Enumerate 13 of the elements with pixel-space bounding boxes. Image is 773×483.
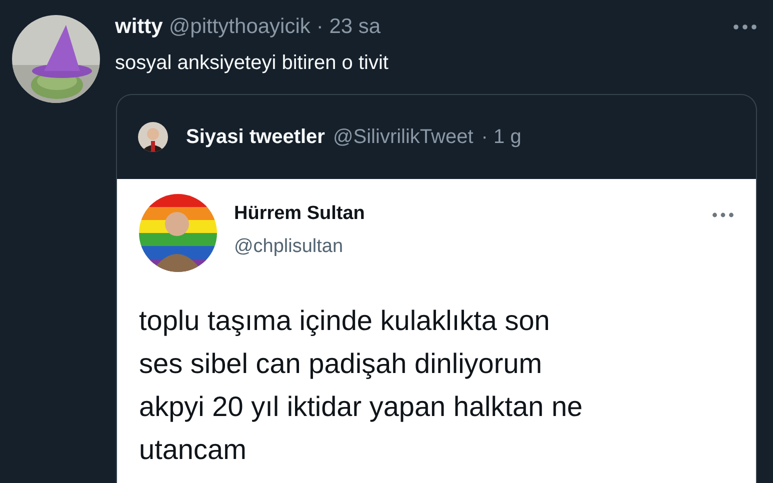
quote-card[interactable]: Siyasi tweetler @SilivrilikTweet · 1 g Hürrem Sultan @chplisultan toplu taşıma içinde kulaklıkta son ses sibel can padişah dinliyorum akpyi 20 yıl iktidar yapan halktan ne utancam xyxy=(116,94,757,483)
screenshot-tweet-text: toplu taşıma içinde kulaklıkta son ses sibel can padişah dinliyorum akpyi 20 yıl iktidar yapan halktan ne utancam xyxy=(139,304,584,467)
quoted-tweet-time[interactable]: · 1 g xyxy=(481,126,522,148)
screenshot-author-handle: @chplisultan xyxy=(234,236,344,258)
quoted-author-name[interactable]: Siyasi tweetler xyxy=(186,126,325,148)
screenshot-author-name: Hürrem Sultan xyxy=(234,203,365,225)
author-name[interactable]: witty xyxy=(115,15,163,39)
author-handle[interactable]: @pittythoayicik xyxy=(168,15,310,39)
more-icon[interactable] xyxy=(733,24,757,30)
tweet-time[interactable]: · 23 sa xyxy=(316,15,381,39)
more-icon[interactable] xyxy=(712,212,734,218)
tweet-text: sosyal anksiyeteyi bitiren o tivit xyxy=(115,51,390,76)
quoted-author-handle[interactable]: @SilivrilikTweet xyxy=(332,126,474,148)
